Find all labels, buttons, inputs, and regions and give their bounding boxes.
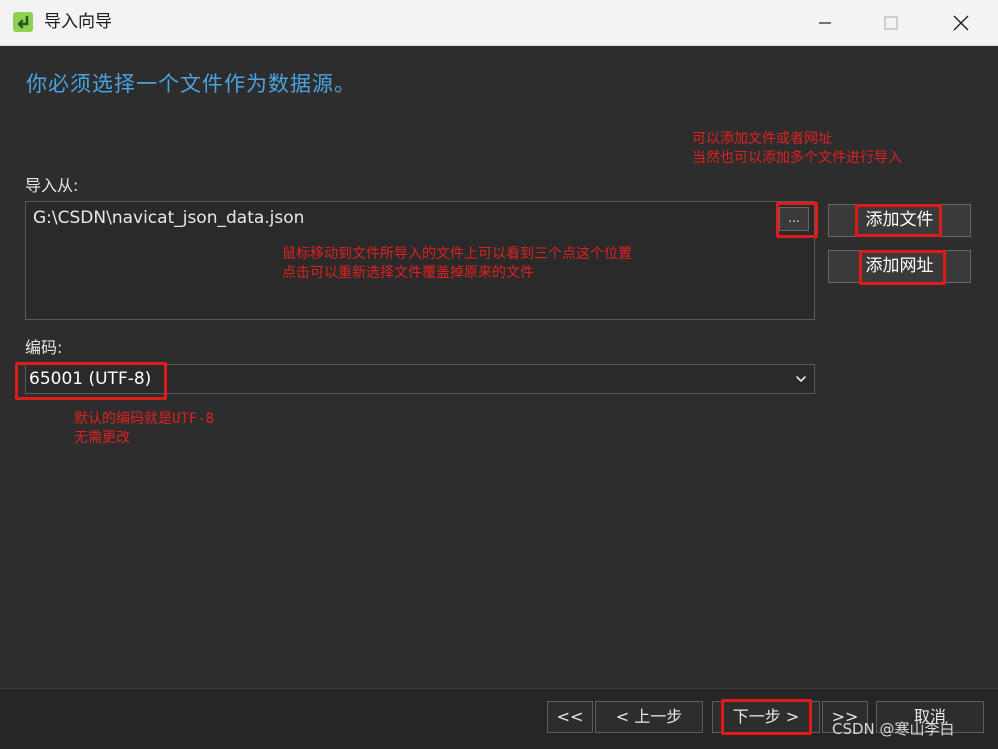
import-from-label: 导入从:	[25, 176, 79, 195]
minimize-icon	[819, 21, 831, 24]
title-bar[interactable]: 导入向导	[0, 0, 998, 46]
page-heading: 你必须选择一个文件作为数据源。	[26, 72, 356, 96]
annotation-encoding-hint: 默认的编码就是UTF-8 无需更改	[74, 411, 215, 446]
maximize-button[interactable]	[856, 0, 926, 45]
previous-step-button[interactable]: < 上一步	[595, 701, 703, 733]
annotation-browse-hint: 鼠标移动到文件所导入的文件上可以看到三个点这个位置 点击可以重新选择文件覆盖掉原…	[282, 246, 632, 281]
watermark: CSDN @寒山李白	[832, 720, 955, 738]
first-step-button[interactable]: <<	[547, 701, 593, 733]
maximize-icon	[884, 15, 898, 30]
import-wizard-icon	[13, 12, 33, 32]
chevron-down-icon	[796, 376, 806, 382]
import-wizard-window: 导入向导 你必须选择一个文件作为数据源。 可以添加文件或者网址 当然也可以添加多…	[0, 0, 998, 749]
annotation-add-hint: 可以添加文件或者网址 当然也可以添加多个文件进行导入	[692, 131, 902, 166]
browse-button[interactable]: ...	[779, 207, 809, 231]
close-button[interactable]	[926, 0, 996, 45]
encoding-label: 编码:	[25, 338, 63, 357]
minimize-button[interactable]	[790, 0, 860, 45]
add-file-button[interactable]: 添加文件	[828, 204, 971, 237]
encoding-value: 65001 (UTF-8)	[29, 369, 152, 389]
file-list-item[interactable]: G:\CSDN\navicat_json_data.json	[33, 207, 304, 229]
next-step-button[interactable]: 下一步 >	[712, 701, 820, 733]
encoding-select[interactable]: 65001 (UTF-8)	[25, 364, 815, 394]
add-url-button[interactable]: 添加网址	[828, 250, 971, 283]
close-icon	[953, 15, 969, 30]
window-title: 导入向导	[44, 12, 112, 32]
